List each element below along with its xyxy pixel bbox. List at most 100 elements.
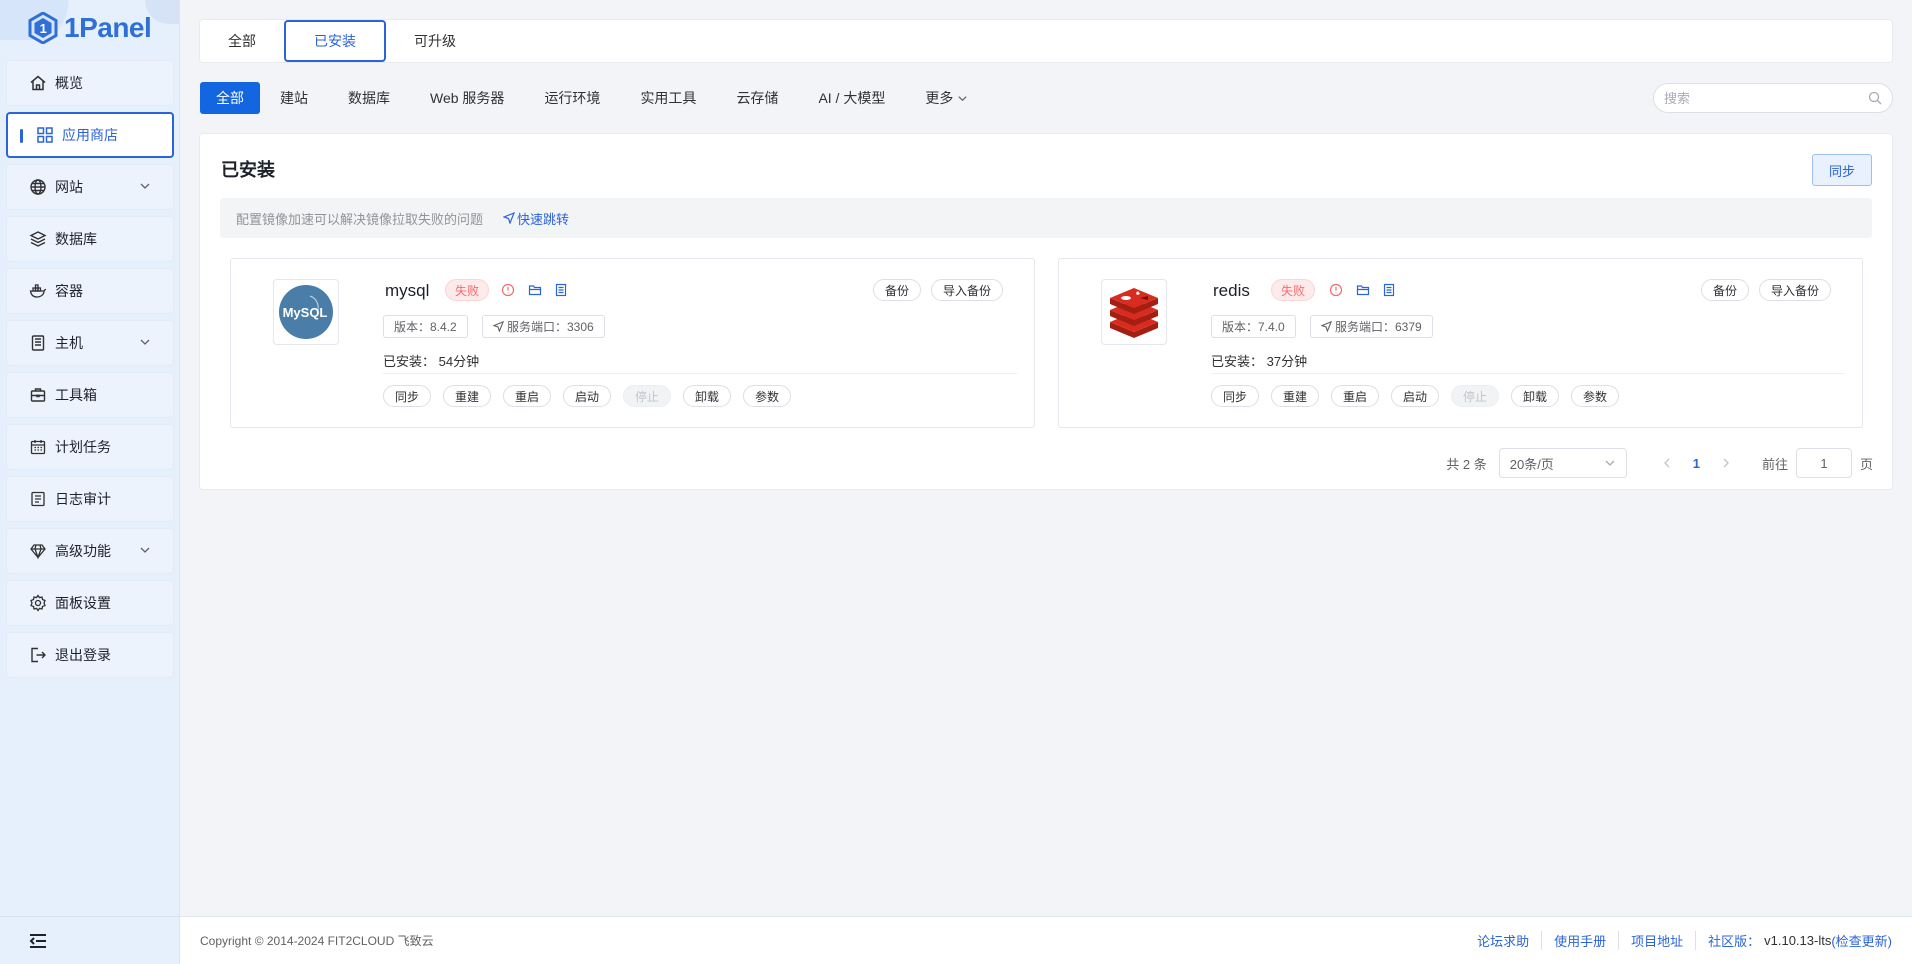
restart-button[interactable]: 重启 (503, 385, 552, 407)
logout-icon (29, 646, 47, 664)
category-tools[interactable]: 实用工具 (620, 82, 716, 114)
sidebar-item-label: 应用商店 (62, 127, 118, 143)
collapse-menu-icon[interactable] (28, 932, 48, 950)
sidebar-item-logout[interactable]: 退出登录 (6, 632, 174, 678)
restart-button[interactable]: 重启 (1331, 385, 1380, 407)
version-tag: 版本：7.4.0 (1211, 315, 1296, 338)
sidebar-item-app-store[interactable]: 应用商店 (6, 112, 174, 158)
quick-jump-link[interactable]: 快速跳转 (503, 209, 569, 228)
category-ai[interactable]: AI / 大模型 (798, 82, 905, 114)
log-icon (29, 490, 47, 508)
next-page-icon[interactable] (1720, 457, 1732, 469)
sidebar-item-label: 面板设置 (55, 595, 111, 611)
import-backup-button[interactable]: 导入备份 (1759, 279, 1832, 301)
page-number-current[interactable]: 1 (1693, 456, 1700, 471)
sidebar-item-label: 数据库 (55, 231, 97, 247)
sidebar-item-label: 计划任务 (55, 439, 111, 455)
port-tag: 服务端口：6379 (1310, 315, 1433, 338)
version-tag: 版本：8.4.2 (383, 315, 468, 338)
rebuild-button[interactable]: 重建 (443, 385, 492, 407)
1panel-logo-icon: 1 (28, 12, 58, 44)
sidebar-item-toolbox[interactable]: 工具箱 (6, 372, 174, 418)
stop-button[interactable]: 停止 (1451, 385, 1500, 407)
alert-icon[interactable] (1329, 283, 1343, 297)
brand-logo[interactable]: 1 1Panel (28, 8, 152, 48)
sidebar-item-container[interactable]: 容器 (6, 268, 174, 314)
search-icon[interactable] (1868, 91, 1882, 105)
category-web-server[interactable]: Web 服务器 (410, 82, 524, 114)
port-label: 服务端口：3306 (507, 320, 594, 334)
category-more[interactable]: 更多 (905, 82, 988, 114)
category-website[interactable]: 建站 (260, 82, 328, 114)
home-icon (29, 74, 47, 92)
manual-link[interactable]: 使用手册 (1542, 931, 1620, 950)
main-content: 全部 已安装 可升级 全部 建站 数据库 Web 服务器 运行环境 实用工具 云… (180, 0, 1912, 964)
document-icon[interactable] (554, 283, 568, 297)
stop-button[interactable]: 停止 (623, 385, 672, 407)
sync-button[interactable]: 同步 (1812, 154, 1872, 186)
goto-label: 前往 (1761, 456, 1788, 472)
layers-icon (29, 230, 47, 248)
sync-action-button[interactable]: 同步 (383, 385, 432, 407)
backup-button[interactable]: 备份 (873, 279, 922, 301)
total-count: 共 2 条 (1446, 456, 1487, 472)
sidebar-item-settings[interactable]: 面板设置 (6, 580, 174, 626)
sidebar-item-advanced[interactable]: 高级功能 (6, 528, 174, 574)
prev-page-icon[interactable] (1661, 457, 1673, 469)
folder-icon[interactable] (528, 283, 542, 297)
redis-logo (1101, 279, 1167, 345)
sync-action-button[interactable]: 同步 (1211, 385, 1260, 407)
calendar-icon (29, 438, 47, 456)
start-button[interactable]: 启动 (1391, 385, 1440, 407)
page-suffix: 页 (1859, 456, 1873, 472)
forum-link[interactable]: 论坛求助 (1465, 931, 1543, 950)
navigation-arrow-icon (503, 212, 516, 224)
mysql-logo-text: MySQL (283, 305, 328, 320)
start-button[interactable]: 启动 (563, 385, 612, 407)
sidebar-item-label: 网站 (55, 179, 83, 195)
uninstall-button[interactable]: 卸载 (1511, 385, 1560, 407)
category-all[interactable]: 全部 (200, 82, 260, 114)
folder-icon[interactable] (1356, 283, 1370, 297)
sidebar-item-log-audit[interactable]: 日志审计 (6, 476, 174, 522)
params-button[interactable]: 参数 (743, 385, 792, 407)
active-indicator (20, 129, 23, 143)
card-divider (383, 373, 1017, 374)
category-runtime[interactable]: 运行环境 (524, 82, 620, 114)
version-text: v1.10.13-lts (1764, 933, 1832, 948)
goto-page-input[interactable]: 1 (1795, 448, 1852, 478)
chevron-down-icon (1605, 460, 1615, 466)
pagination: 共 2 条 20条/页 1 前往 1 页 (1446, 448, 1873, 478)
search-input[interactable] (1664, 90, 1868, 106)
status-badge: 失败 (1271, 279, 1316, 301)
category-database[interactable]: 数据库 (328, 82, 410, 114)
params-button[interactable]: 参数 (1571, 385, 1620, 407)
mirror-notice: 配置镜像加速可以解决镜像拉取失败的问题 快速跳转 (220, 198, 1872, 238)
sidebar-item-label: 主机 (55, 335, 83, 351)
project-link[interactable]: 项目地址 (1619, 931, 1697, 950)
import-backup-button[interactable]: 导入备份 (931, 279, 1004, 301)
grid-icon (36, 126, 54, 144)
sidebar-item-overview[interactable]: 概览 (6, 60, 174, 106)
tab-upgradable[interactable]: 可升级 (386, 20, 484, 62)
alert-icon[interactable] (501, 283, 515, 297)
sidebar-item-label: 容器 (55, 283, 83, 299)
port-label: 服务端口：6379 (1335, 320, 1422, 334)
tab-installed[interactable]: 已安装 (284, 20, 386, 62)
tab-all[interactable]: 全部 (200, 20, 284, 62)
sidebar: 1 1Panel 概览 应用商店 网站 数据库 容器 主机 工具箱 计划任务 日… (0, 0, 180, 964)
sidebar-item-cron[interactable]: 计划任务 (6, 424, 174, 470)
sidebar-item-label: 退出登录 (55, 647, 111, 663)
rebuild-button[interactable]: 重建 (1271, 385, 1320, 407)
page-size-select[interactable]: 20条/页 (1498, 448, 1627, 478)
document-icon[interactable] (1382, 283, 1396, 297)
category-storage[interactable]: 云存储 (716, 82, 798, 114)
backup-button[interactable]: 备份 (1701, 279, 1750, 301)
uninstall-button[interactable]: 卸载 (683, 385, 732, 407)
check-update-link[interactable]: (检查更新) (1831, 931, 1892, 950)
sidebar-item-database[interactable]: 数据库 (6, 216, 174, 262)
app-name: redis (1213, 281, 1250, 300)
card-divider (1211, 373, 1845, 374)
sidebar-item-host[interactable]: 主机 (6, 320, 174, 366)
sidebar-item-website[interactable]: 网站 (6, 164, 174, 210)
